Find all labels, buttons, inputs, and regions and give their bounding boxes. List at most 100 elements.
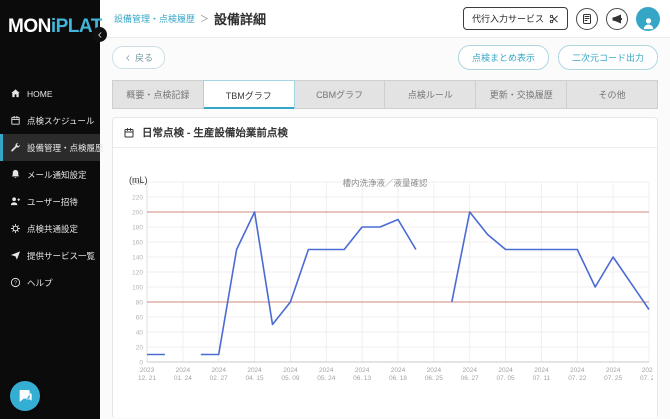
svg-text:2024: 2024 bbox=[427, 367, 442, 374]
announcements-button[interactable] bbox=[606, 7, 628, 30]
svg-text:220: 220 bbox=[132, 194, 143, 201]
user-avatar-button[interactable] bbox=[636, 6, 660, 31]
chat-bubble-button[interactable] bbox=[10, 381, 40, 411]
proxy-button-label: 代行入力サービス bbox=[471, 14, 544, 24]
svg-text:2024: 2024 bbox=[247, 367, 262, 374]
svg-text:?: ? bbox=[14, 280, 17, 286]
back-button-label: 戻る bbox=[135, 53, 154, 63]
svg-text:120: 120 bbox=[132, 269, 143, 276]
svg-text:0: 0 bbox=[139, 359, 143, 366]
tab-5[interactable]: その他 bbox=[567, 81, 657, 108]
svg-text:05. 09: 05. 09 bbox=[281, 375, 299, 382]
sidebar-menu: HOME 点検スケジュール設備管理・点検履歴 メール通知設定 ユーザー招待 点検共通設定… bbox=[0, 80, 104, 296]
svg-text:07. 29: 07. 29 bbox=[640, 375, 653, 382]
svg-text:12. 21: 12. 21 bbox=[138, 375, 156, 382]
sidebar-item-5[interactable]: 点検共通設定 bbox=[0, 215, 100, 242]
card-title: 日常点検 - 生産設備始業前点検 bbox=[142, 127, 288, 139]
calendar-icon bbox=[123, 127, 135, 139]
svg-text:06. 27: 06. 27 bbox=[461, 375, 479, 382]
svg-text:06. 25: 06. 25 bbox=[425, 375, 443, 382]
chevron-left-icon bbox=[96, 31, 104, 39]
sidebar-item-2[interactable]: 設備管理・点検履歴 bbox=[0, 134, 104, 161]
svg-text:2024: 2024 bbox=[570, 367, 585, 374]
gear-icon bbox=[10, 223, 21, 234]
help-icon: ? bbox=[10, 277, 21, 288]
calculator-button[interactable] bbox=[576, 7, 598, 30]
svg-text:20: 20 bbox=[136, 344, 144, 351]
svg-text:60: 60 bbox=[136, 314, 144, 321]
sidebar-item-label: メール通知設定 bbox=[27, 169, 87, 180]
sidebar-item-label: 提供サービス一覧 bbox=[27, 250, 96, 261]
svg-text:2024: 2024 bbox=[391, 367, 406, 374]
svg-text:01. 24: 01. 24 bbox=[174, 375, 192, 382]
qr-code-export-button[interactable]: 二次元コード出力 bbox=[557, 45, 658, 70]
svg-text:2024: 2024 bbox=[176, 367, 191, 374]
back-button[interactable]: 戻る bbox=[112, 46, 166, 69]
sidebar-item-4[interactable]: ユーザー招待 bbox=[0, 188, 100, 215]
chevron-left-icon bbox=[124, 54, 132, 62]
user-add-icon bbox=[10, 196, 21, 207]
sidebar-item-0[interactable]: HOME bbox=[0, 80, 100, 107]
toolbar-row: 戻る 点検まとめ表示 二次元コード出力 bbox=[100, 38, 670, 70]
svg-text:2024: 2024 bbox=[211, 367, 226, 374]
card-header: 日常点検 - 生産設備始業前点検 bbox=[113, 118, 657, 148]
svg-text:04. 15: 04. 15 bbox=[246, 375, 264, 382]
sidebar-item-7[interactable]: ? ヘルプ bbox=[0, 269, 100, 296]
svg-text:06. 13: 06. 13 bbox=[353, 375, 371, 382]
sidebar-item-label: 点検共通設定 bbox=[27, 223, 79, 234]
svg-text:200: 200 bbox=[132, 209, 143, 216]
inspection-card: 日常点検 - 生産設備始業前点検 (mL) 槽内洗浄液／液量確認 0 20 40 60… bbox=[112, 117, 658, 417]
svg-text:07. 05: 07. 05 bbox=[497, 375, 515, 382]
tab-2[interactable]: CBMグラフ bbox=[294, 81, 386, 108]
svg-text:40: 40 bbox=[136, 329, 144, 336]
sidebar-item-label: HOME bbox=[27, 88, 53, 99]
brand-logo: MONiPLAT bbox=[8, 16, 102, 38]
detail-tabs: 概要・点検記録 TBMグラフ CBMグラフ 点検ルール 更新・交換履歴 その他 bbox=[112, 80, 658, 109]
svg-text:06. 18: 06. 18 bbox=[389, 375, 407, 382]
svg-text:2024: 2024 bbox=[355, 367, 370, 374]
bell-icon bbox=[10, 169, 21, 180]
svg-text:80: 80 bbox=[136, 299, 144, 306]
chart-area: (mL) 槽内洗浄液／液量確認 0 20 40 60 80 100 120 140 160 180… bbox=[113, 168, 657, 384]
proxy-input-service-button[interactable]: 代行入力サービス bbox=[462, 7, 568, 30]
sidebar-item-label: ヘルプ bbox=[27, 277, 53, 288]
page-title: 設備詳細 bbox=[214, 12, 267, 27]
svg-text:2023: 2023 bbox=[140, 367, 155, 374]
main-content: 戻る 点検まとめ表示 二次元コード出力 概要・点検記録 TBMグラフ CBMグラフ点… bbox=[100, 38, 670, 419]
svg-text:2024: 2024 bbox=[462, 367, 477, 374]
tab-4[interactable]: 更新・交換履歴 bbox=[476, 81, 568, 108]
send-icon bbox=[10, 250, 21, 261]
sidebar-item-3[interactable]: メール通知設定 bbox=[0, 161, 100, 188]
tab-0[interactable]: 概要・点検記録 bbox=[113, 81, 204, 108]
tab-1[interactable]: TBMグラフ bbox=[202, 80, 295, 109]
svg-text:160: 160 bbox=[132, 239, 143, 246]
megaphone-icon bbox=[611, 13, 623, 25]
sidebar-collapse-button[interactable] bbox=[92, 27, 107, 42]
svg-text:180: 180 bbox=[132, 224, 143, 231]
scissors-icon bbox=[549, 14, 559, 24]
svg-text:2024: 2024 bbox=[283, 367, 298, 374]
svg-text:100: 100 bbox=[132, 284, 143, 291]
sidebar-item-label: 設備管理・点検履歴 bbox=[27, 142, 104, 153]
breadcrumb-parent[interactable]: 設備管理・点検履歴 bbox=[114, 12, 195, 25]
svg-text:2024: 2024 bbox=[642, 367, 653, 374]
inspection-summary-button[interactable]: 点検まとめ表示 bbox=[457, 45, 549, 70]
svg-text:05. 24: 05. 24 bbox=[317, 375, 335, 382]
svg-text:2024: 2024 bbox=[319, 367, 334, 374]
tbm-chart-svg: 020406080100120140160180200220240202312.… bbox=[132, 179, 653, 382]
svg-text:2024: 2024 bbox=[606, 367, 621, 374]
sidebar-item-1[interactable]: 点検スケジュール bbox=[0, 107, 100, 134]
calendar-icon bbox=[10, 115, 21, 126]
svg-text:2024: 2024 bbox=[534, 367, 549, 374]
wrench-icon bbox=[10, 142, 21, 153]
sidebar-item-label: ユーザー招待 bbox=[27, 196, 78, 207]
chat-icon bbox=[17, 388, 33, 404]
tab-3[interactable]: 点検ルール bbox=[385, 81, 477, 108]
chart-title: 槽内洗浄液／液量確認 bbox=[342, 178, 428, 188]
sidebar-item-6[interactable]: 提供サービス一覧 bbox=[0, 242, 100, 269]
svg-text:07. 25: 07. 25 bbox=[604, 375, 622, 382]
person-icon bbox=[641, 16, 656, 31]
svg-text:140: 140 bbox=[132, 254, 143, 261]
calculator-icon bbox=[581, 13, 593, 25]
sidebar: MONiPLAT HOME 点検スケジュール設備管理・点検履歴 メール通知設定 ユーザ… bbox=[0, 0, 104, 419]
